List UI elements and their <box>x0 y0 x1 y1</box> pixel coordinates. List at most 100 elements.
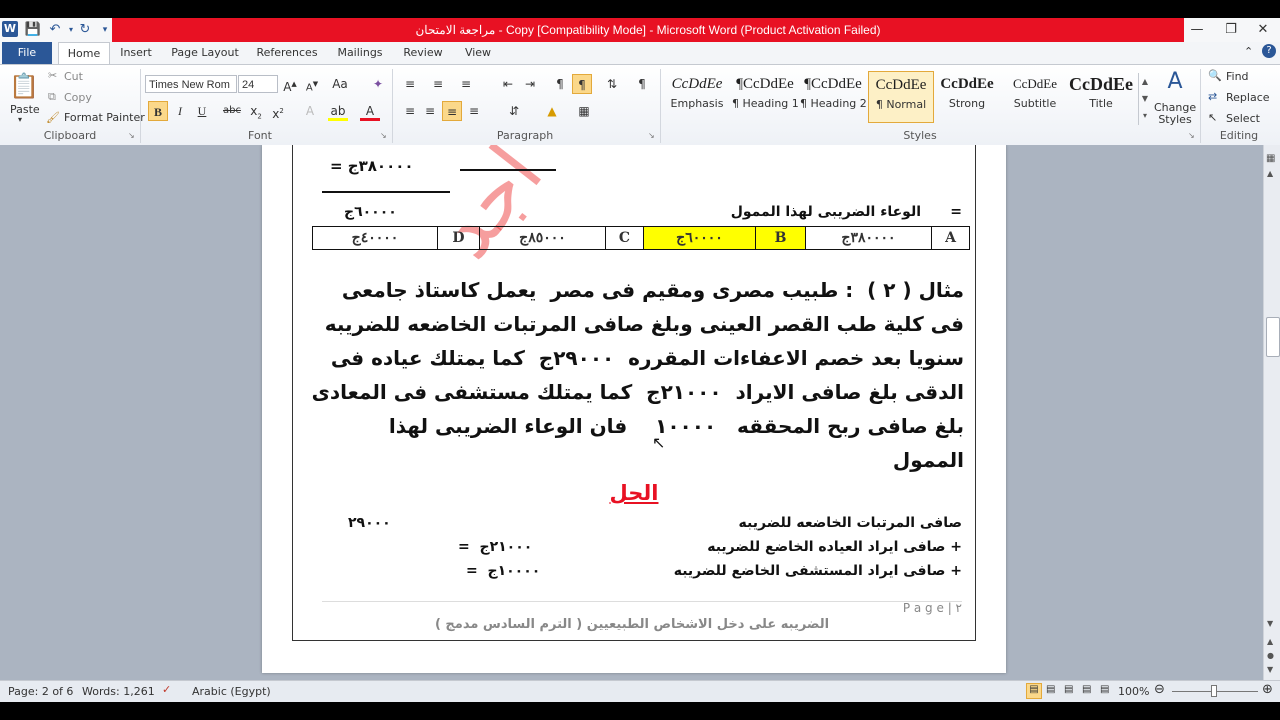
previous-page-icon[interactable]: ▲ <box>1267 637 1273 646</box>
cut-button[interactable]: Cut <box>64 70 83 83</box>
style-title[interactable]: CcDdEe Title <box>1068 71 1134 123</box>
web-layout-icon[interactable]: ▤ <box>1064 684 1073 695</box>
style-heading-1[interactable]: ¶CcDdEe ¶ Heading 1 <box>732 71 799 123</box>
style-subtitle[interactable]: CcDdEe Subtitle <box>1002 71 1068 123</box>
status-words[interactable]: Words: 1,261 <box>82 685 155 698</box>
zoom-level[interactable]: 100% <box>1118 685 1149 698</box>
next-page-icon[interactable]: ▼ <box>1267 665 1273 674</box>
show-formatting-marks-icon[interactable]: ¶ <box>632 74 652 94</box>
cut-icon[interactable]: ✂ <box>48 69 57 82</box>
zoom-slider-thumb[interactable] <box>1211 685 1217 697</box>
format-painter-button[interactable]: Format Painter <box>64 111 145 124</box>
font-color-icon[interactable]: A <box>360 101 380 121</box>
clear-formatting-icon[interactable]: ✦ <box>368 74 388 94</box>
paste-button[interactable]: Paste <box>10 103 40 116</box>
line-spacing-icon[interactable]: ⇵ <box>504 101 524 121</box>
change-styles-button[interactable]: Change Styles <box>1154 102 1196 126</box>
redo-icon[interactable]: ↻ <box>76 21 94 39</box>
rtl-direction-icon[interactable]: ¶ <box>572 74 592 94</box>
copy-button[interactable]: Copy <box>64 91 92 104</box>
scroll-thumb[interactable] <box>1266 317 1280 357</box>
clipboard-launcher-icon[interactable]: ↘ <box>128 131 135 140</box>
style-strong[interactable]: CcDdEe Strong <box>934 71 1000 123</box>
minimize-ribbon-icon[interactable]: ⌃ <box>1244 45 1253 58</box>
numbering-icon[interactable]: ≡ <box>428 74 448 94</box>
align-left-icon[interactable]: ≡ <box>400 101 420 121</box>
document-area[interactable]: اجد ٣٨٠٠٠٠ج = = الوعاء الضريبى لهذا المم… <box>0 145 1263 680</box>
select-button[interactable]: Select <box>1226 112 1260 125</box>
tab-review[interactable]: Review <box>398 42 448 64</box>
draft-view-icon[interactable]: ▤ <box>1100 684 1109 695</box>
status-page[interactable]: Page: 2 of 6 <box>8 685 73 698</box>
tab-view[interactable]: View <box>458 42 498 64</box>
paragraph-launcher-icon[interactable]: ↘ <box>648 131 655 140</box>
minimize-button[interactable]: — <box>1180 18 1214 42</box>
replace-icon[interactable]: ⇄ <box>1208 90 1217 103</box>
font-size-box[interactable]: 24 <box>238 75 278 93</box>
paste-icon[interactable]: 📋 <box>8 69 40 103</box>
tab-file[interactable]: File <box>2 42 52 64</box>
subscript-icon[interactable]: x2 <box>246 101 266 121</box>
grow-font-icon[interactable]: A▲ <box>280 74 300 94</box>
underline-icon[interactable]: U <box>192 101 212 121</box>
shrink-font-icon[interactable]: A▼ <box>302 74 322 94</box>
style-normal[interactable]: CcDdEe ¶ Normal <box>868 71 934 123</box>
justify-icon[interactable]: ≡ <box>464 101 484 121</box>
strikethrough-icon[interactable]: abc <box>222 101 242 121</box>
decrease-indent-icon[interactable]: ⇤ <box>498 74 518 94</box>
ltr-direction-icon[interactable]: ¶ <box>550 74 570 94</box>
tab-page-layout[interactable]: Page Layout <box>168 42 242 64</box>
browse-object-icon[interactable]: ● <box>1267 651 1274 660</box>
print-layout-icon[interactable]: ▤ <box>1026 683 1042 699</box>
select-icon[interactable]: ↖ <box>1208 111 1217 124</box>
style-emphasis[interactable]: CcDdEe Emphasis <box>664 71 730 123</box>
scroll-down-icon[interactable]: ▼ <box>1267 619 1273 628</box>
style-heading-2[interactable]: ¶CcDdEe ¶ Heading 2 <box>800 71 867 123</box>
change-case-icon[interactable]: Aa <box>330 74 350 94</box>
increase-indent-icon[interactable]: ⇥ <box>520 74 540 94</box>
borders-icon[interactable]: ▦ <box>574 101 594 121</box>
paste-dropdown-icon[interactable]: ▾ <box>18 115 22 124</box>
align-center-icon[interactable]: ≡ <box>420 101 440 121</box>
tab-insert[interactable]: Insert <box>114 42 158 64</box>
styles-launcher-icon[interactable]: ↘ <box>1188 131 1195 140</box>
style-sample: ¶CcDdEe <box>804 76 862 92</box>
tab-home[interactable]: Home <box>58 42 110 64</box>
help-icon[interactable]: ? <box>1262 44 1276 58</box>
scroll-up-icon[interactable]: ▲ <box>1267 169 1273 178</box>
status-language[interactable]: Arabic (Egypt) <box>192 685 271 698</box>
tab-mailings[interactable]: Mailings <box>332 42 388 64</box>
font-launcher-icon[interactable]: ↘ <box>380 131 387 140</box>
italic-icon[interactable]: I <box>170 101 190 121</box>
zoom-out-icon[interactable]: ⊖ <box>1154 682 1165 697</box>
styles-scroll-icon[interactable]: ▲ ▼ ▾ <box>1138 73 1151 125</box>
find-button[interactable]: Find <box>1226 70 1249 83</box>
bullets-icon[interactable]: ≡ <box>400 74 420 94</box>
find-icon[interactable]: 🔍 <box>1208 69 1222 82</box>
format-painter-icon[interactable]: 🖌 <box>46 111 60 124</box>
highlight-color-icon[interactable]: ab <box>328 101 348 121</box>
proofing-icon[interactable]: ✓ <box>162 683 171 696</box>
bold-icon[interactable]: B <box>148 101 168 121</box>
restore-button[interactable]: ❐ <box>1214 18 1248 42</box>
ruler-toggle-icon[interactable]: ▦ <box>1266 153 1275 164</box>
outline-view-icon[interactable]: ▤ <box>1082 684 1091 695</box>
superscript-icon[interactable]: x2 <box>268 101 288 121</box>
copy-icon[interactable]: ⧉ <box>48 90 56 104</box>
align-right-icon[interactable]: ≡ <box>442 101 462 121</box>
multilevel-list-icon[interactable]: ≡ <box>456 74 476 94</box>
zoom-in-icon[interactable]: ⊕ <box>1262 682 1273 697</box>
document-page[interactable]: اجد ٣٨٠٠٠٠ج = = الوعاء الضريبى لهذا المم… <box>262 145 1006 673</box>
change-styles-icon[interactable]: A <box>1158 69 1192 94</box>
word-app-icon[interactable]: W <box>2 21 18 37</box>
font-family-box[interactable]: Times New Rom <box>145 75 237 93</box>
full-screen-reading-icon[interactable]: ▤ <box>1046 684 1055 695</box>
vertical-scrollbar[interactable]: ▦ ▲ ▼ ▲ ● ▼ <box>1263 145 1280 680</box>
replace-button[interactable]: Replace <box>1226 91 1270 104</box>
text-effects-icon[interactable]: A <box>300 101 320 121</box>
shading-icon[interactable]: ▲ <box>542 101 562 121</box>
tab-references[interactable]: References <box>252 42 322 64</box>
sort-icon[interactable]: ⇅ <box>602 74 622 94</box>
save-icon[interactable]: 💾 <box>24 21 42 39</box>
close-button[interactable]: ✕ <box>1246 18 1280 42</box>
